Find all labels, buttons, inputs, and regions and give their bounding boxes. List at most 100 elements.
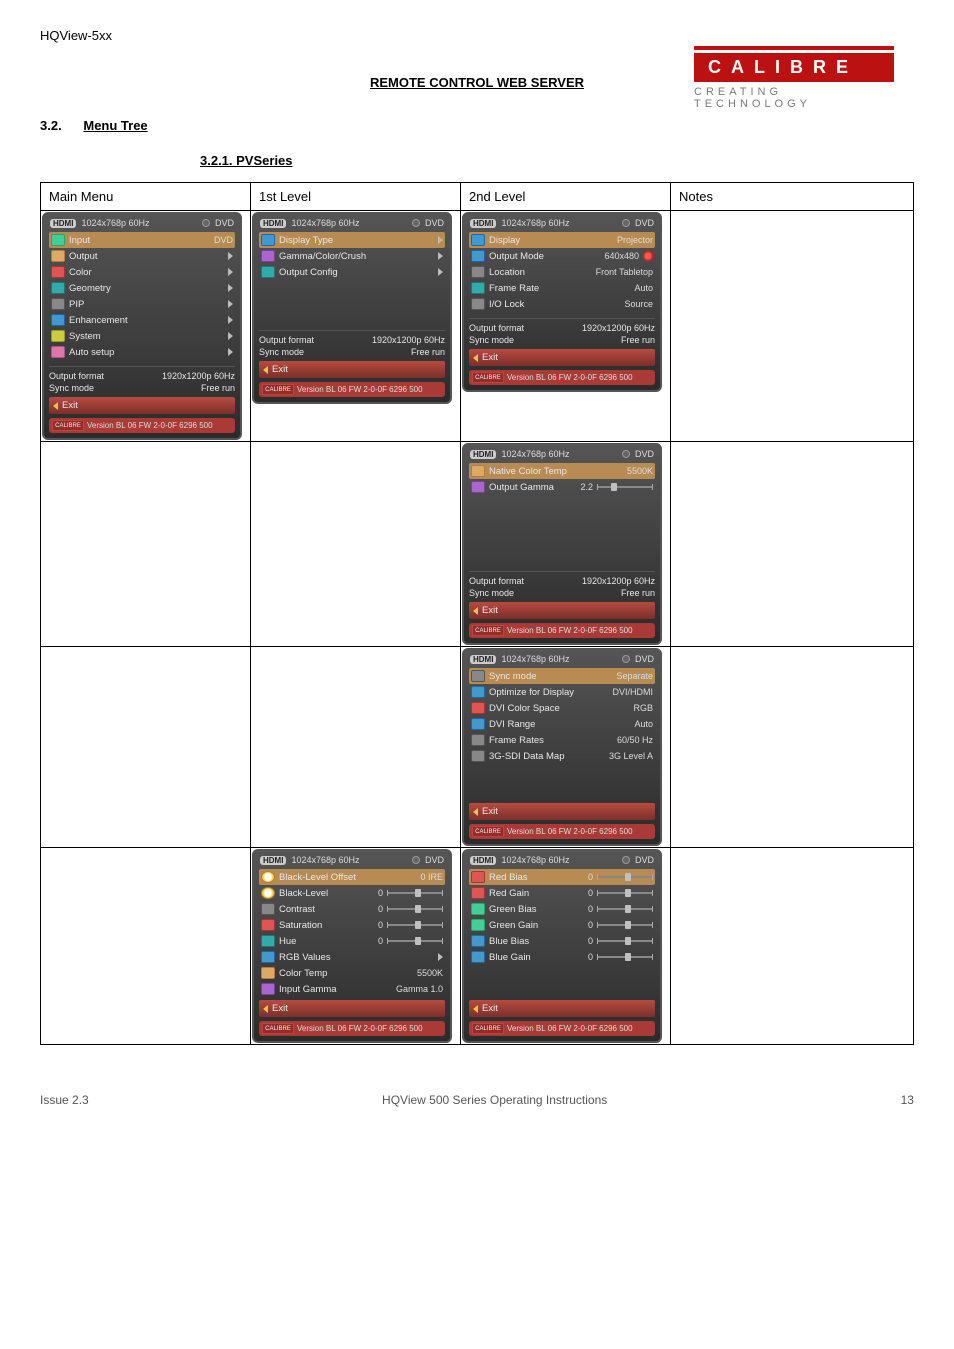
mode-line: 1024x768p 60Hz	[501, 855, 569, 865]
menu-item[interactable]: RGB Values	[259, 949, 445, 965]
exit-button[interactable]: Exit	[469, 803, 655, 820]
menu-item[interactable]: 3G-SDI Data Map 3G Level A	[469, 748, 655, 764]
menu-item[interactable]: Color Temp 5500K	[259, 965, 445, 981]
slider[interactable]	[597, 874, 653, 880]
hdr-source: DVD	[425, 855, 444, 865]
menu-item[interactable]: Input Gamma Gamma 1.0	[259, 981, 445, 997]
menu-item[interactable]: Output Gamma 2.2	[469, 479, 655, 495]
menu-item[interactable]: Auto setup	[49, 344, 235, 360]
menu-item[interactable]: Contrast 0	[259, 901, 445, 917]
exit-button[interactable]: Exit	[49, 397, 235, 414]
enhancement-icon	[51, 314, 65, 326]
menu-item[interactable]: Sync mode Separate	[469, 668, 655, 684]
slider[interactable]	[597, 922, 653, 928]
menu-item[interactable]: Hue 0	[259, 933, 445, 949]
version-text: Version BL 06 FW 2-0-0F 6296 500	[297, 385, 423, 394]
menu-item[interactable]: Green Gain 0	[469, 917, 655, 933]
back-arrow-icon	[473, 808, 478, 816]
version-text: Version BL 06 FW 2-0-0F 6296 500	[297, 1024, 423, 1033]
output-gamma-icon	[471, 481, 485, 493]
slider[interactable]	[597, 906, 653, 912]
menu-item-label: Output Config	[279, 267, 338, 278]
menu-item[interactable]: Gamma/Color/Crush	[259, 248, 445, 264]
menu-item-label: Frame Rate	[489, 283, 539, 294]
red-gain-icon	[471, 887, 485, 899]
exit-label: Exit	[482, 605, 498, 616]
menu-item[interactable]: PIP	[49, 296, 235, 312]
slider[interactable]	[597, 938, 653, 944]
hdr-source: DVD	[635, 218, 654, 228]
menu-item[interactable]: Red Bias 0	[469, 869, 655, 885]
green-gain-icon	[471, 919, 485, 931]
exit-button[interactable]: Exit	[259, 1000, 445, 1017]
version-bar: CALIBRE Version BL 06 FW 2-0-0F 6296 500	[259, 1021, 445, 1036]
submenu-arrow-icon	[228, 332, 233, 340]
menu-item[interactable]: Location Front Tabletop	[469, 264, 655, 280]
menu-item[interactable]: Display Type	[259, 232, 445, 248]
menu-item[interactable]: Output Config	[259, 264, 445, 280]
exit-button[interactable]: Exit	[469, 1000, 655, 1017]
menu-item[interactable]: Frame Rate Auto	[469, 280, 655, 296]
slider[interactable]	[597, 954, 653, 960]
osd-status: Output format1920x1200p 60Hz Sync modeFr…	[49, 366, 235, 394]
geometry-icon	[51, 282, 65, 294]
menu-item[interactable]: Enhancement	[49, 312, 235, 328]
slider[interactable]	[387, 938, 443, 944]
gamma-color-crush-icon	[261, 250, 275, 262]
blue-gain-icon	[471, 951, 485, 963]
item-value: 3G Level A	[609, 751, 653, 761]
menu-item[interactable]: Frame Rates 60/50 Hz	[469, 732, 655, 748]
sync-mode-icon	[471, 670, 485, 682]
hdr-source: DVD	[635, 855, 654, 865]
menu-item[interactable]: Output Mode 640x480	[469, 248, 655, 264]
slider[interactable]	[387, 922, 443, 928]
menu-item[interactable]: Output	[49, 248, 235, 264]
menu-item[interactable]: Blue Gain 0	[469, 949, 655, 965]
menu-item[interactable]: Red Gain 0	[469, 885, 655, 901]
menu-item-label: Frame Rates	[489, 735, 544, 746]
menu-item[interactable]: DVI Range Auto	[469, 716, 655, 732]
back-arrow-icon	[263, 1005, 268, 1013]
menu-item[interactable]: Saturation 0	[259, 917, 445, 933]
menu-item-label: Saturation	[279, 920, 322, 931]
back-arrow-icon	[473, 1005, 478, 1013]
menu-item-label: Gamma/Color/Crush	[279, 251, 366, 262]
menu-item[interactable]: I/O Lock Source	[469, 296, 655, 312]
slider[interactable]	[387, 890, 443, 896]
menu-item[interactable]: Geometry	[49, 280, 235, 296]
menu-item[interactable]: System	[49, 328, 235, 344]
menu-item[interactable]: Blue Bias 0	[469, 933, 655, 949]
status-dot-icon	[412, 219, 420, 227]
slider[interactable]	[387, 906, 443, 912]
exit-button[interactable]: Exit	[259, 361, 445, 378]
slider[interactable]	[597, 890, 653, 896]
menu-item[interactable]: DVI Color Space RGB	[469, 700, 655, 716]
menu-item-label: Output Mode	[489, 251, 544, 262]
hdmi-badge: HDMI	[260, 219, 286, 228]
brand-badge: CALIBRE	[472, 1023, 504, 1034]
menu-item[interactable]: Display Projector	[469, 232, 655, 248]
menu-item-label: Output Gamma	[489, 482, 554, 493]
slider[interactable]	[597, 484, 653, 490]
menu-item-label: Contrast	[279, 904, 315, 915]
menu-item[interactable]: Optimize for Display DVI/HDMI	[469, 684, 655, 700]
menu-item-label: Input Gamma	[279, 984, 337, 995]
rgb-values-icon	[261, 951, 275, 963]
exit-button[interactable]: Exit	[469, 602, 655, 619]
mode-line: 1024x768p 60Hz	[501, 449, 569, 459]
menu-item-label: Blue Bias	[489, 936, 529, 947]
menu-item[interactable]: Input DVD	[49, 232, 235, 248]
hdr-source: DVD	[425, 218, 444, 228]
menu-item[interactable]: Color	[49, 264, 235, 280]
exit-button[interactable]: Exit	[469, 349, 655, 366]
col-header-notes: Notes	[671, 183, 914, 211]
hdmi-badge: HDMI	[470, 219, 496, 228]
menu-item[interactable]: Black-Level 0	[259, 885, 445, 901]
menu-item[interactable]: Native Color Temp 5500K	[469, 463, 655, 479]
version-text: Version BL 06 FW 2-0-0F 6296 500	[507, 1024, 633, 1033]
col-header-main: Main Menu	[41, 183, 251, 211]
menu-item[interactable]: Black-Level Offset 0 IRE	[259, 869, 445, 885]
submenu-arrow-icon	[228, 300, 233, 308]
status-dot-icon	[202, 219, 210, 227]
menu-item[interactable]: Green Bias 0	[469, 901, 655, 917]
